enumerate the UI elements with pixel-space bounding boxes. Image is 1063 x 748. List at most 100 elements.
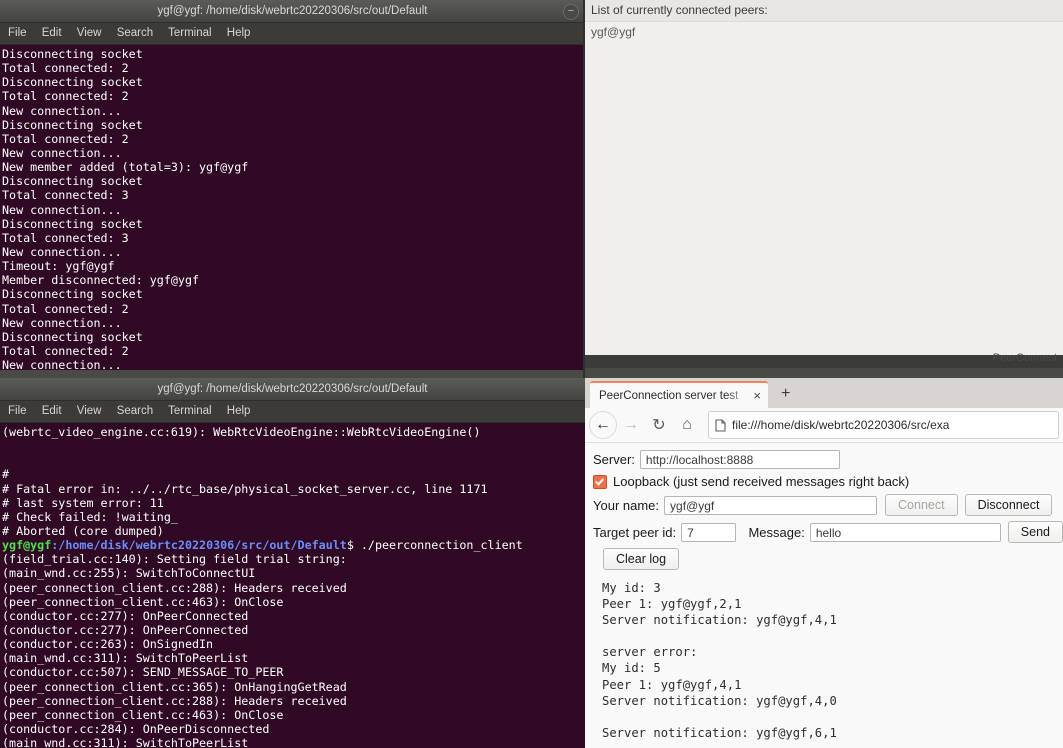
clear-log-button[interactable]: Clear log <box>603 548 680 570</box>
terminal-title-text: ygf@ygf: /home/disk/webrtc20220306/src/o… <box>157 5 428 17</box>
menu-item-terminal[interactable]: Terminal <box>168 27 211 39</box>
terminal-line: (conductor.cc:507): SEND_MESSAGE_TO_PEER <box>2 665 284 680</box>
terminal-line: # Fatal error in: ../../rtc_base/physica… <box>2 481 488 496</box>
disconnect-button[interactable]: Disconnect <box>964 494 1053 516</box>
server-input[interactable]: http://localhost:8888 <box>639 450 840 469</box>
home-icon[interactable]: ⌂ <box>673 411 701 439</box>
menu-item-help[interactable]: Help <box>227 27 251 39</box>
obscured-window-titlebar: PeerConnect <box>585 352 1063 368</box>
page-document-icon <box>715 418 726 432</box>
menu-item-view[interactable]: View <box>77 27 102 39</box>
terminal-line: (conductor.cc:284): OnPeerDisconnected <box>2 721 270 736</box>
menu-item-terminal-2[interactable]: Terminal <box>168 405 211 417</box>
target-peer-id-input[interactable]: 7 <box>681 522 737 542</box>
peer-list-header: List of currently connected peers: <box>585 0 1063 22</box>
menu-item-edit[interactable]: Edit <box>42 27 62 39</box>
window-gap-right <box>585 368 1063 378</box>
send-button[interactable]: Send <box>1007 521 1063 543</box>
browser-tab-label: PeerConnection server test <box>599 389 739 402</box>
terminal-line: (main_wnd.cc:255): SwitchToConnectUI <box>2 566 256 581</box>
terminal-output-client: (webrtc_video_engine.cc:619): WebRtcVide… <box>0 423 585 748</box>
close-icon[interactable]: × <box>750 389 764 402</box>
target-peer-id-label: Target peer id: <box>593 524 677 540</box>
terminal-line: Disconnecting socket <box>2 287 143 302</box>
terminal-line: (main_wnd.cc:311): SwitchToPeerList <box>2 736 249 748</box>
your-name-label: Your name: <box>593 497 660 513</box>
menu-item-view-2[interactable]: View <box>77 405 102 417</box>
terminal-line: # Check failed: !waiting_ <box>2 509 178 524</box>
terminal-line: Member disconnected: ygf@ygf <box>2 273 200 288</box>
terminal-line: Total connected: 2 <box>2 61 129 76</box>
terminal-line: Total connected: 2 <box>2 301 129 316</box>
terminal-titlebar-2[interactable]: ygf@ygf: /home/disk/webrtc20220306/src/o… <box>0 378 585 401</box>
log-line: server error: <box>602 645 698 660</box>
loopback-checkbox[interactable] <box>593 474 607 489</box>
terminal-line: (conductor.cc:277): OnPeerConnected <box>2 622 249 637</box>
server-row: Server: http://localhost:8888 <box>593 450 1063 469</box>
terminal-line: Disconnecting socket <box>2 329 143 344</box>
terminal-line: (conductor.cc:263): OnSignedIn <box>2 637 214 652</box>
name-row: Your name: ygf@ygf Connect Disconnect <box>593 494 1063 516</box>
menu-item-search-2[interactable]: Search <box>117 405 153 417</box>
log-line: Server notification: ygf@ygf,4,0 <box>602 693 837 708</box>
back-arrow-icon[interactable]: ← <box>589 411 617 439</box>
your-name-input[interactable]: ygf@ygf <box>664 495 878 515</box>
browser-log-output: My id: 3 Peer 1: ygf@ygf,2,1 Server notifi… <box>593 575 1063 748</box>
terminal-titlebar[interactable]: ygf@ygf: /home/disk/webrtc20220306/src/o… <box>0 0 585 23</box>
menu-item-file-2[interactable]: File <box>8 405 27 417</box>
browser-tabbar: PeerConnection server test × + <box>585 378 1063 408</box>
loopback-label: Loopback (just send received messages ri… <box>613 474 910 489</box>
menu-item-help-2[interactable]: Help <box>227 405 251 417</box>
terminal-line: Total connected: 2 <box>2 89 129 104</box>
terminal-window-server[interactable]: ygf@ygf: /home/disk/webrtc20220306/src/o… <box>0 0 585 370</box>
terminal-line: New connection... <box>2 358 122 370</box>
browser-tab[interactable]: PeerConnection server test × <box>590 381 768 408</box>
terminal-title-text-2: ygf@ygf: /home/disk/webrtc20220306/src/o… <box>157 383 428 395</box>
terminal-line: Disconnecting socket <box>2 47 143 61</box>
terminal-line: # Aborted (core dumped) <box>2 523 164 538</box>
terminal-line: New connection... <box>2 202 122 217</box>
peer-list-window[interactable]: List of currently connected peers: ygf@y… <box>585 0 1063 368</box>
terminal-line: New connection... <box>2 315 122 330</box>
log-line: Server notification: ygf@ygf,6,1 <box>602 725 837 740</box>
url-bar[interactable]: file:///home/disk/webrtc20220306/src/exa <box>708 411 1059 439</box>
terminal-line: Total connected: 2 <box>2 343 129 358</box>
terminal-line: New connection... <box>2 103 122 118</box>
loopback-row: Loopback (just send received messages ri… <box>593 474 1063 489</box>
menu-item-search[interactable]: Search <box>117 27 153 39</box>
menu-item-edit-2[interactable]: Edit <box>42 405 62 417</box>
target-row: Target peer id: 7 Message: hello Send <box>593 521 1063 543</box>
terminal-menubar-2[interactable]: File Edit View Search Terminal Help <box>0 401 585 423</box>
terminal-line: (webrtc_video_engine.cc:619): WebRtcVide… <box>2 425 481 439</box>
terminal-line: (peer_connection_client.cc:463): OnClose <box>2 707 284 722</box>
firefox-window[interactable]: PeerConnection server test × + ← → ↻ ⌂ f… <box>585 378 1063 748</box>
page-content: Server: http://localhost:8888 Loopback (… <box>585 443 1063 748</box>
minimize-icon[interactable]: – <box>563 4 579 20</box>
forward-arrow-icon[interactable]: → <box>617 411 645 439</box>
reload-icon[interactable]: ↻ <box>645 411 673 439</box>
terminal-window-client[interactable]: ygf@ygf: /home/disk/webrtc20220306/src/o… <box>0 378 585 748</box>
url-text: file:///home/disk/webrtc20220306/src/exa <box>732 418 950 432</box>
terminal-menubar[interactable]: File Edit View Search Terminal Help <box>0 23 585 45</box>
terminal-line: Disconnecting socket <box>2 75 143 90</box>
new-tab-icon[interactable]: + <box>781 383 790 405</box>
message-label: Message: <box>748 524 805 540</box>
desktop-screen: ygf@ygf: /home/disk/webrtc20220306/src/o… <box>0 0 1063 748</box>
terminal-line: (conductor.cc:277): OnPeerConnected <box>2 608 249 623</box>
terminal-line: Total connected: 3 <box>2 188 129 203</box>
peer-list-item[interactable]: ygf@ygf <box>585 22 1063 42</box>
terminal-line: Disconnecting socket <box>2 216 143 231</box>
connect-button[interactable]: Connect <box>885 494 958 516</box>
menu-item-file[interactable]: File <box>8 27 27 39</box>
message-input[interactable]: hello <box>809 522 1001 542</box>
terminal-line: New connection... <box>2 145 122 160</box>
terminal-line: Disconnecting socket <box>2 117 143 132</box>
prompt-path: :/home/disk/webrtc20220306/src/out/Defau… <box>51 538 347 553</box>
terminal-line: Timeout: ygf@ygf <box>2 259 115 274</box>
prompt-user: ygf@ygf <box>2 538 52 553</box>
log-line: My id: 5 <box>602 661 661 676</box>
